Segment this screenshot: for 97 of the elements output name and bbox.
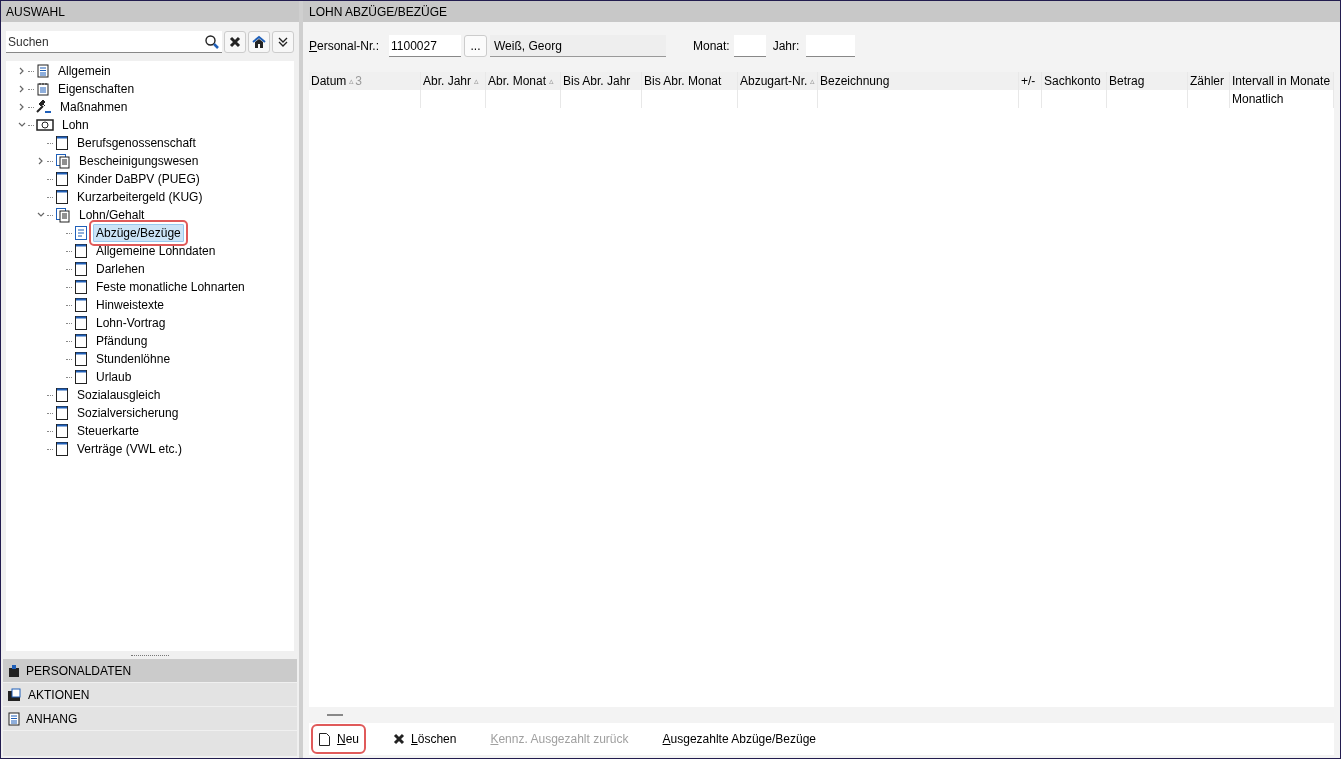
section-tab[interactable]: AKTIONEN (3, 683, 297, 706)
page-icon (74, 351, 88, 367)
toolbar-button[interactable]: Löschen (388, 726, 462, 752)
tree-item[interactable]: Allgemein (55, 62, 114, 80)
documents-icon (55, 207, 71, 223)
page-icon (74, 369, 88, 385)
clipboard-icon (7, 663, 21, 678)
close-icon (229, 36, 241, 48)
sort-order-number: 3 (355, 73, 363, 90)
column-header[interactable]: Sachkonto (1042, 72, 1107, 90)
expand-button[interactable] (272, 31, 294, 53)
table-cell: Monatlich (1232, 92, 1284, 106)
collapse-handle[interactable] (327, 714, 343, 716)
sort-indicator: ▵ (810, 76, 816, 86)
tree-item[interactable]: Sozialausgleich (74, 386, 164, 404)
column-header[interactable]: Bis Abr. Jahr (561, 72, 642, 90)
column-header[interactable]: Abzugart-Nr. ▵ (738, 72, 818, 90)
page-icon (55, 405, 69, 421)
sort-indicator: ▵ (474, 76, 480, 86)
tree-item[interactable]: Urlaub (93, 368, 135, 386)
tree-item[interactable]: Berufsgenossenschaft (74, 134, 199, 152)
month-field[interactable] (733, 35, 766, 57)
name-field[interactable]: Weiß, Georg (490, 35, 666, 57)
chevron-down-icon[interactable] (18, 121, 26, 129)
page-icon (55, 189, 69, 205)
column-header[interactable]: Bis Abr. Monat (642, 72, 738, 90)
page-icon (74, 243, 88, 259)
page-icon (55, 441, 69, 457)
section-tab[interactable]: PERSONALDATEN (3, 659, 297, 682)
banknote-icon (36, 119, 54, 131)
clear-button[interactable] (224, 31, 246, 53)
new-page-icon (318, 731, 331, 747)
personal-number-label: Personal-Nr.: (309, 38, 381, 55)
page-icon (55, 135, 69, 151)
home-icon (252, 35, 266, 49)
document-icon (7, 711, 21, 726)
toolbar-button[interactable]: Neu (313, 726, 365, 752)
document-icon (74, 225, 88, 241)
tree-item[interactable]: Maßnahmen (57, 98, 131, 116)
search-icon (204, 34, 220, 50)
tree-item[interactable]: Eigenschaften (55, 80, 138, 98)
tree-item[interactable]: Kinder DaBPV (PUEG) (74, 170, 203, 188)
search-field[interactable]: Suchen (6, 31, 222, 53)
tree-item[interactable]: Stundenlöhne (93, 350, 174, 368)
column-header[interactable]: Datum ▵3 (309, 72, 421, 90)
page-icon (74, 297, 88, 313)
column-header[interactable]: Bezeichnung (818, 72, 1019, 90)
tree-item[interactable]: Kurzarbeitergeld (KUG) (74, 188, 206, 206)
page-icon (74, 279, 88, 295)
page-icon (74, 315, 88, 331)
notepad-icon (36, 82, 50, 96)
documents-icon (55, 153, 71, 169)
page-icon (55, 423, 69, 439)
panel-header: AUSWAHL (1, 1, 299, 22)
chevron-down-icon[interactable] (37, 211, 45, 219)
page-icon (74, 261, 88, 277)
personal-number-field[interactable]: 1100027 (389, 35, 461, 57)
year-field[interactable] (806, 35, 856, 57)
column-header[interactable]: Abr. Monat ▵ (486, 72, 561, 90)
tree-item[interactable]: Sozialversicherung (74, 404, 182, 422)
chevron-right-icon[interactable] (18, 85, 26, 93)
column-header[interactable]: Zähler (1188, 72, 1230, 90)
column-header[interactable]: Betrag (1107, 72, 1188, 90)
tree-item[interactable]: Verträge (VWL etc.) (74, 440, 185, 458)
page-icon (74, 333, 88, 349)
tree-item[interactable]: Steuerkarte (74, 422, 143, 440)
tree-item[interactable]: Lohn (59, 116, 92, 134)
sort-indicator: ▵ (549, 76, 555, 86)
folder-icon (7, 687, 23, 702)
year-label: Jahr: (772, 38, 800, 55)
chevron-right-icon[interactable] (18, 103, 26, 111)
column-header[interactable]: +/- (1019, 72, 1042, 90)
column-header[interactable]: Abr. Jahr ▵ (421, 72, 486, 90)
chevron-right-icon[interactable] (37, 157, 45, 165)
panel-header: LOHN ABZÜGE/BEZÜGE (303, 1, 1340, 22)
tree-item[interactable]: Bescheinigungswesen (76, 152, 202, 170)
page-icon (55, 387, 69, 403)
toolbar-button[interactable]: Ausgezahlte Abzüge/Bezüge (657, 726, 821, 752)
chevron-right-icon[interactable] (18, 67, 26, 75)
tree-item[interactable]: Hinweistexte (93, 296, 168, 314)
home-button[interactable] (248, 31, 270, 53)
close-icon (393, 733, 406, 745)
tree-item[interactable]: Lohn/Gehalt (76, 206, 148, 224)
tree-item[interactable]: Darlehen (93, 260, 148, 278)
tree-item[interactable]: Allgemeine Lohndaten (93, 242, 219, 260)
tree-item[interactable]: Pfändung (93, 332, 151, 350)
section-tab[interactable]: ANHANG (3, 707, 297, 730)
browse-button[interactable]: ... (464, 35, 487, 57)
double-chevron-down-icon (278, 36, 288, 48)
sort-indicator: ▵ (349, 76, 355, 86)
month-label: Monat: (693, 38, 730, 55)
list-icon (36, 64, 50, 78)
tree-item[interactable]: Feste monatliche Lohnarten (93, 278, 248, 296)
page-icon (55, 171, 69, 187)
column-header[interactable]: Intervall in Monate (1230, 72, 1334, 90)
tree-item[interactable]: Lohn-Vortrag (93, 314, 169, 332)
gavel-icon (36, 100, 52, 114)
